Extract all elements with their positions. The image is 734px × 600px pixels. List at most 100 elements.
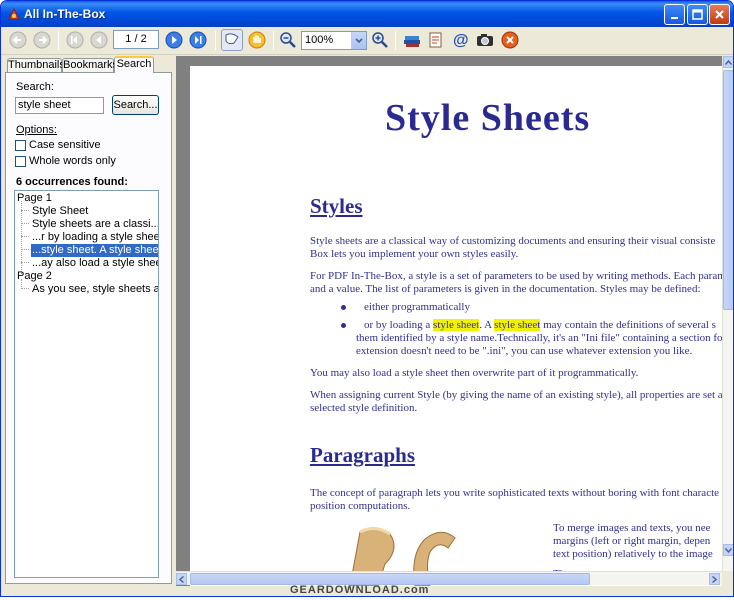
tree-node-page[interactable]: Page 2 [17,270,52,283]
scroll-thumb[interactable] [723,70,733,310]
hand-tool-button[interactable] [246,29,268,51]
app-window: All In-The-Box 1 / 2 100% @ Thumbnails B… [0,0,734,597]
document-page[interactable]: Style Sheets Styles Style sheets are a c… [190,66,722,586]
tree-node-result[interactable]: Style Sheet [32,205,88,218]
tree-node-result-selected[interactable]: ...style sheet. A style sheet may [31,244,158,257]
back-button[interactable] [7,29,29,51]
whole-words-checkbox[interactable] [15,156,26,167]
first-page-icon [66,31,84,49]
watermark: GEARDOWNLOAD.com [290,584,430,596]
chevron-down-icon[interactable] [351,32,366,49]
bullet-marker [341,305,346,310]
last-page-button[interactable] [187,29,209,51]
title-bar[interactable]: All In-The-Box [1,1,733,27]
search-button[interactable]: Search... [112,95,159,115]
maximize-button[interactable] [687,4,708,25]
books-icon [404,36,420,47]
paragraph-line: position computations. [310,500,411,512]
zoom-in-button[interactable] [369,29,391,51]
bullet-marker [341,323,346,328]
select-tool-button[interactable] [221,29,243,51]
forward-button[interactable] [31,29,53,51]
vertical-scrollbar[interactable] [722,56,733,571]
document-viewer[interactable]: Style Sheets Styles Style sheets are a c… [176,56,722,586]
tab-search[interactable]: Search [114,56,154,73]
paragraph-line: When assigning current Style (by giving … [310,389,722,401]
chevron-right-icon [712,575,717,583]
scroll-left-button[interactable] [176,573,187,585]
text-run: or by loading a [364,319,434,331]
previous-page-icon [90,31,108,49]
chevron-left-icon [179,575,184,583]
paragraph-line: and a value. The list of parameters is g… [310,283,701,295]
exit-button[interactable] [499,29,521,51]
tree-node-result[interactable]: ...ay also load a style sheet ther [32,257,158,270]
books-button[interactable] [401,29,423,51]
paragraph-line: selected style definition. [310,402,418,414]
at-sign-icon: @ [453,32,469,49]
zoom-value: 100% [305,34,334,46]
text-run: . A [479,319,495,331]
scroll-up-button[interactable] [723,56,733,68]
snapshot-button[interactable] [474,29,496,51]
window-title: All In-The-Box [24,7,106,21]
forward-arrow-icon [33,31,51,49]
scroll-down-button[interactable] [723,544,733,556]
toolbar-separator [215,31,216,50]
chevron-up-icon [725,59,732,65]
minimize-button[interactable] [664,4,685,25]
occurrences-label: 6 occurrences found: [16,176,128,188]
page-number-input[interactable]: 1 / 2 [113,30,159,49]
zoom-out-button[interactable] [277,29,299,51]
paragraph-line: To merge images and texts, you nee [553,522,711,534]
app-icon [8,7,20,20]
tree-line [21,201,22,274]
scroll-right-button[interactable] [709,573,720,585]
search-input[interactable]: style sheet [15,97,104,114]
document-button[interactable] [424,29,446,51]
tree-node-result[interactable]: ...r by loading a style sheet. A st [32,231,158,244]
first-page-button[interactable] [64,29,86,51]
close-button[interactable] [709,4,730,25]
paragraph-line: For PDF In-The-Box, a style is a set of … [310,270,722,282]
options-label: Options: [16,124,57,136]
tree-line [21,210,29,211]
tree-node-result[interactable]: As you see, style sheets and pa [32,283,158,296]
paragraph-line: Box lets you implement your own styles e… [310,248,519,260]
search-highlight: style sheet [433,319,480,331]
paragraph-line: them identified by a style name.Technica… [356,332,722,344]
document-title: Style Sheets [385,97,591,139]
text-run: may contain the definitions of several s [540,319,716,331]
tab-thumbnails[interactable]: Thumbnails [7,58,65,73]
svg-text:@: @ [453,32,469,49]
zoom-select[interactable]: 100% [301,31,367,50]
toolbar-separator [395,31,396,50]
paragraph-line: text position) relatively to the image [553,548,713,560]
whole-words-label[interactable]: Whole words only [29,155,116,167]
horizontal-scrollbar[interactable] [176,571,722,585]
close-icon [715,10,724,19]
tab-bookmarks[interactable]: Bookmarks [62,58,118,73]
tree-line [21,249,29,250]
previous-page-button[interactable] [88,29,110,51]
zoom-out-icon [280,32,296,48]
case-sensitive-checkbox[interactable] [15,140,26,151]
tree-node-result[interactable]: Style sheets are a classi... [32,218,158,231]
tree-line [21,262,29,263]
paragraph-line: margins (left or right margin, depen [553,535,711,547]
chevron-down-icon [725,547,732,553]
hand-icon [248,31,266,49]
search-label: Search: [16,81,54,93]
maximize-icon [692,9,703,20]
select-arrow-icon [225,33,239,45]
bullet-item: or by loading a style sheet. A style she… [364,319,716,332]
tree-node-page[interactable]: Page 1 [17,192,52,205]
paragraph-line: The concept of paragraph lets you write … [310,487,720,499]
case-sensitive-label[interactable]: Case sensitive [29,139,101,151]
results-tree[interactable]: Page 1 Style Sheet Style sheets are a cl… [14,190,159,578]
camera-icon [477,34,493,46]
email-button[interactable]: @ [449,29,471,51]
next-page-icon [165,31,183,49]
minimize-icon [670,16,678,19]
next-page-button[interactable] [163,29,185,51]
